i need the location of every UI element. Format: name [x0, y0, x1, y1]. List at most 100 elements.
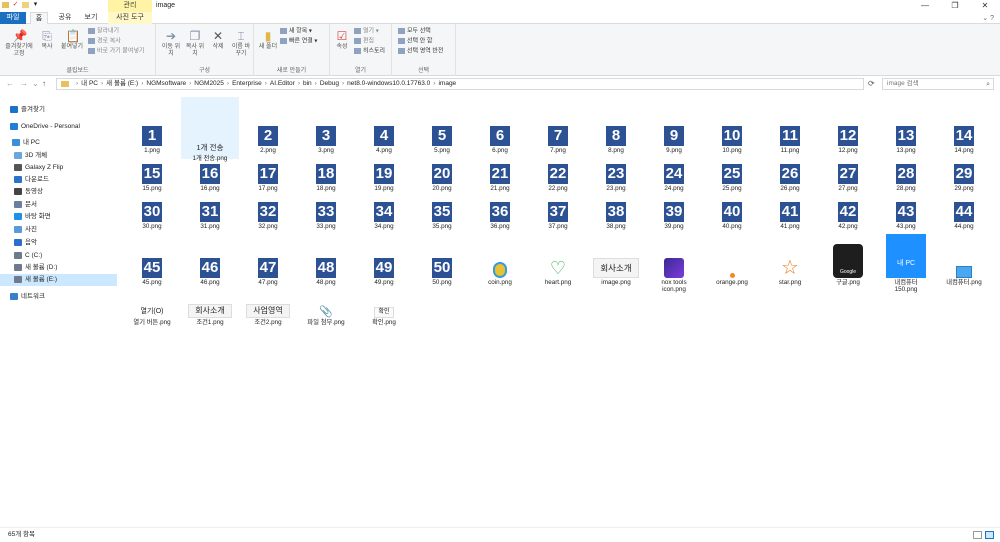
file-item[interactable]: 32 32.png: [239, 202, 297, 230]
breadcrumb-separator-icon[interactable]: ›: [298, 80, 300, 87]
file-item[interactable]: 19 19.png: [355, 164, 413, 192]
file-item[interactable]: 회사소개 조건1.png: [181, 298, 239, 326]
edit-button[interactable]: 편집: [354, 38, 374, 46]
file-item[interactable]: 25 25.png: [703, 164, 761, 192]
file-item[interactable]: 20 20.png: [413, 164, 471, 192]
nav-item[interactable]: OneDrive - Personal: [0, 121, 117, 133]
file-item[interactable]: 50 50.png: [413, 258, 471, 286]
file-item[interactable]: 📎 파일 첨부.png: [297, 298, 355, 326]
search-input[interactable]: [887, 80, 983, 87]
breadcrumb-separator-icon[interactable]: ›: [141, 80, 143, 87]
breadcrumb-separator-icon[interactable]: ›: [227, 80, 229, 87]
file-item[interactable]: 27 27.png: [819, 164, 877, 192]
close-button[interactable]: ✕: [970, 0, 1000, 12]
breadcrumb-item[interactable]: net8.0-windows10.0.17763.0: [347, 80, 430, 87]
paste-button[interactable]: 📋 붙여넣기: [58, 30, 86, 51]
minimize-button[interactable]: —: [910, 0, 940, 12]
nav-item[interactable]: 바탕 화면: [0, 211, 117, 223]
file-item[interactable]: 21 21.png: [471, 164, 529, 192]
file-item[interactable]: 16 16.png: [181, 164, 239, 192]
nav-item[interactable]: 동영상: [0, 186, 117, 198]
file-item[interactable]: 17 17.png: [239, 164, 297, 192]
details-view-icon[interactable]: [973, 531, 982, 539]
file-item[interactable]: 1 1.png: [123, 126, 181, 154]
file-item[interactable]: 47 47.png: [239, 258, 297, 286]
easy-access-button[interactable]: 빠른 연결 ▾: [280, 38, 317, 46]
breadcrumb-separator-icon[interactable]: ›: [265, 80, 267, 87]
paste-shortcut-button[interactable]: 바로 가기 붙여넣기: [88, 48, 145, 56]
file-item[interactable]: Google 구글.png: [819, 240, 877, 286]
copy-button[interactable]: ⎘ 복사: [38, 30, 56, 51]
file-item[interactable]: nox tools icon.png: [645, 258, 703, 293]
file-item[interactable]: 7 7.png: [529, 126, 587, 154]
breadcrumb-separator-icon[interactable]: ›: [189, 80, 191, 87]
file-item[interactable]: 49 49.png: [355, 258, 413, 286]
nav-item[interactable]: 사진: [0, 224, 117, 236]
copy-to-button[interactable]: ❐ 복사 위치: [184, 30, 206, 58]
file-item[interactable]: 8 8.png: [587, 126, 645, 154]
file-item[interactable]: 39 39.png: [645, 202, 703, 230]
properties-button[interactable]: ☑ 속성: [332, 30, 352, 51]
tab-share[interactable]: 공유: [54, 12, 76, 24]
back-arrow-icon[interactable]: ←: [6, 79, 14, 89]
file-item[interactable]: orange.png: [703, 258, 761, 286]
select-all-button[interactable]: 모두 선택: [398, 28, 431, 36]
file-item[interactable]: 35 35.png: [413, 202, 471, 230]
file-item[interactable]: 4 4.png: [355, 126, 413, 154]
breadcrumb-separator-icon[interactable]: ›: [433, 80, 435, 87]
file-item[interactable]: 37 37.png: [529, 202, 587, 230]
refresh-icon[interactable]: ⟳: [868, 79, 875, 88]
file-item[interactable]: 41 41.png: [761, 202, 819, 230]
file-item[interactable]: 34 34.png: [355, 202, 413, 230]
file-item[interactable]: 36 36.png: [471, 202, 529, 230]
nav-item[interactable]: 새 볼륨 (D:): [0, 262, 117, 274]
select-none-button[interactable]: 선택 안 함: [398, 38, 432, 46]
ribbon-collapse-icon[interactable]: ⌄ ?: [982, 14, 994, 22]
file-item[interactable]: ☆ star.png: [761, 258, 819, 286]
file-item[interactable]: 10 10.png: [703, 126, 761, 154]
file-item[interactable]: 22 22.png: [529, 164, 587, 192]
file-item[interactable]: 33 33.png: [297, 202, 355, 230]
chevron-down-icon[interactable]: ▾: [32, 1, 39, 9]
manage-context-tab[interactable]: 관리: [108, 0, 152, 12]
file-item[interactable]: 31 31.png: [181, 202, 239, 230]
breadcrumb-item[interactable]: NGMsoftware: [146, 80, 186, 87]
tab-home[interactable]: 홈: [30, 12, 48, 24]
file-item[interactable]: 9 9.png: [645, 126, 703, 154]
file-item[interactable]: 6 6.png: [471, 126, 529, 154]
file-item[interactable]: 5 5.png: [413, 126, 471, 154]
file-item[interactable]: 1개 전송 1개 전송.png: [181, 97, 239, 162]
nav-item[interactable]: 새 볼륨 (E:): [0, 274, 117, 286]
delete-button[interactable]: ✕ 삭제: [208, 30, 228, 51]
file-item[interactable]: 14 14.png: [935, 126, 993, 154]
open-button[interactable]: 열기 ▾: [354, 28, 379, 36]
up-arrow-icon[interactable]: ↑: [42, 79, 46, 89]
file-item[interactable]: ♡ heart.png: [529, 258, 587, 286]
pin-quick-access-button[interactable]: 📌 즐겨찾기에 고정: [2, 30, 36, 58]
breadcrumb-separator-icon[interactable]: ›: [315, 80, 317, 87]
file-item[interactable]: 13 13.png: [877, 126, 935, 154]
copy-path-button[interactable]: 경로 복사: [88, 38, 121, 46]
maximize-button[interactable]: ❐: [940, 0, 970, 12]
rename-button[interactable]: ⌶ 이름 바꾸기: [230, 30, 252, 58]
file-item[interactable]: 내컴퓨터.png: [935, 258, 993, 286]
file-item[interactable]: 30 30.png: [123, 202, 181, 230]
tab-view[interactable]: 보기: [80, 12, 102, 24]
file-item[interactable]: 40 40.png: [703, 202, 761, 230]
file-item[interactable]: 사업영역 조건2.png: [239, 298, 297, 326]
search-box[interactable]: ⌕: [882, 78, 994, 90]
file-item[interactable]: 내 PC 내컴퓨터 150.png: [877, 230, 935, 293]
file-item[interactable]: 29 29.png: [935, 164, 993, 192]
file-item[interactable]: coin.png: [471, 258, 529, 286]
file-item[interactable]: 열기(O) 열기 버튼.png: [123, 298, 181, 326]
nav-item[interactable]: 다운로드: [0, 174, 117, 186]
file-item[interactable]: 회사소개 image.png: [587, 258, 645, 286]
move-to-button[interactable]: ➔ 이동 위치: [160, 30, 182, 58]
nav-item[interactable]: 네트워크: [0, 291, 117, 303]
file-item[interactable]: 42 42.png: [819, 202, 877, 230]
large-icons-view-icon[interactable]: [985, 531, 994, 539]
nav-item[interactable]: Galaxy Z Flip: [0, 162, 117, 174]
tab-file[interactable]: 파일: [0, 12, 26, 24]
new-folder-button[interactable]: ▮ 새 폴더: [258, 30, 278, 51]
recent-chevron-icon[interactable]: ⌄: [32, 79, 39, 89]
